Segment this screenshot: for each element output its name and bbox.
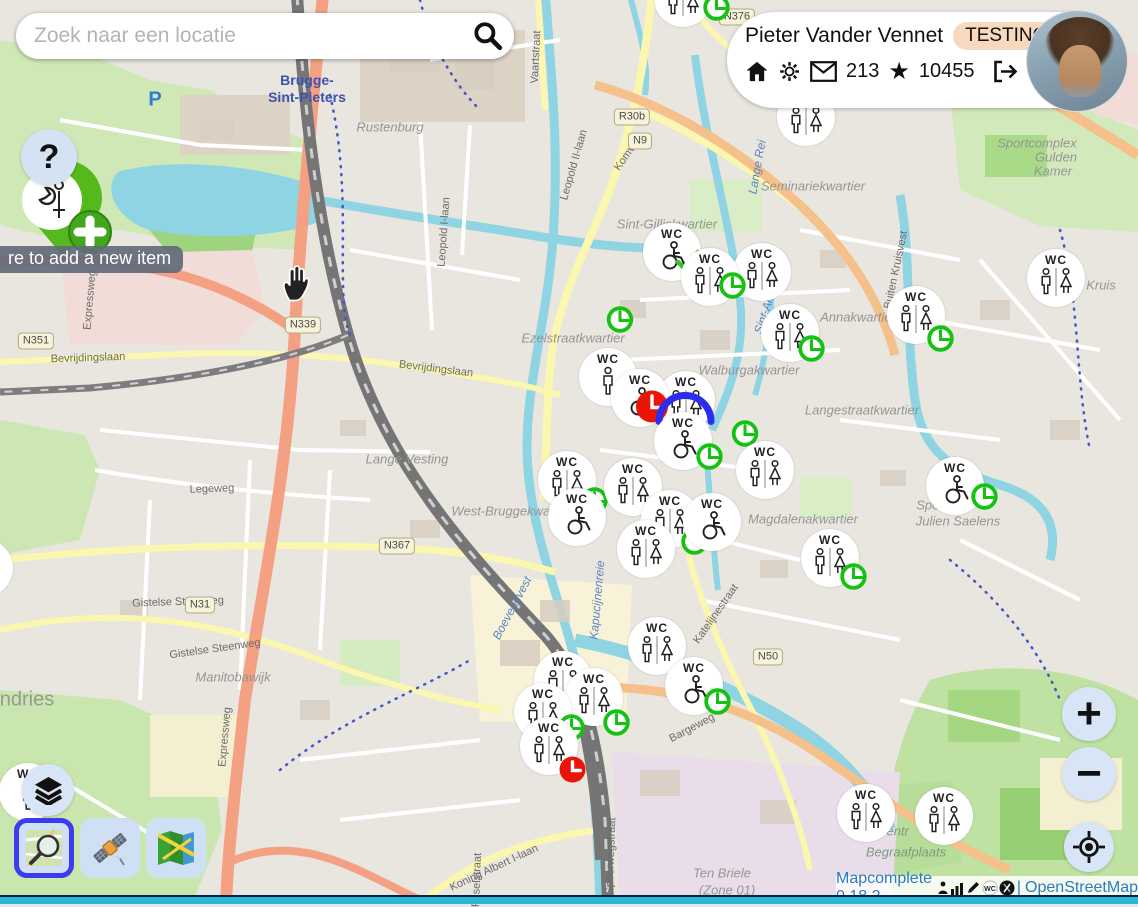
osm-map-icon [24, 828, 64, 868]
map-marker-toilet-duo[interactable]: WC [681, 248, 739, 306]
zoom-in-button[interactable]: + [1062, 687, 1116, 741]
marker-wc-label: WC [635, 525, 657, 538]
marker-wc-label: WC [556, 456, 578, 469]
open-clock-badge [798, 335, 825, 362]
marker-wc-label: WC [683, 662, 705, 675]
statistics-icon[interactable] [950, 881, 965, 895]
marker-wc-label: WC [532, 688, 554, 701]
marker-wc-label: WC [751, 248, 773, 261]
osm-link[interactable]: OpenStreetMap [1025, 879, 1138, 897]
open-clock-badge [840, 563, 867, 590]
background-style-switcher [14, 818, 206, 878]
open-clock-badge [696, 443, 723, 470]
pencil-icon[interactable] [966, 880, 981, 895]
marker-wc-label: WC [1045, 254, 1067, 267]
map-marker-toilet-duo[interactable]: WC [736, 441, 794, 499]
folded-map-icon [155, 829, 197, 867]
gear-icon[interactable] [778, 60, 801, 83]
geolocate-button[interactable] [1064, 822, 1114, 872]
user-name[interactable]: Pieter Vander Vennet [745, 24, 943, 48]
map-marker-toilet-duo[interactable]: WC [1027, 249, 1085, 307]
marker-wc-label: WC [597, 353, 619, 366]
star-icon: ★ [888, 62, 910, 82]
layers-icon [33, 776, 64, 805]
map-marker-toilet-duo[interactable]: WC [617, 520, 675, 578]
marker-wc-label: WC [699, 253, 721, 266]
marker-wc-label: WC [622, 463, 644, 476]
marker-wc-label: WC [905, 291, 927, 304]
location-search-bar [16, 13, 514, 59]
map-marker-toilet-duo[interactable]: WC [654, 0, 712, 27]
map-marker-toilet-duo[interactable]: WC [761, 304, 819, 362]
add-item-tooltip: re to add a new item [0, 246, 183, 273]
map-marker-toilet-duo[interactable]: WC [801, 529, 859, 587]
closed-clock-badge [559, 756, 586, 783]
marker-wc-label: WC [779, 309, 801, 322]
marker-wc-label: WC [566, 493, 588, 506]
attribution-separator: | [1017, 879, 1021, 897]
marker-wc-label: WC [819, 534, 841, 547]
style-satellite-button[interactable] [80, 818, 140, 878]
open-clock-badge [607, 306, 634, 338]
marker-wc-label: WC [646, 622, 668, 635]
zoom-out-glyph: − [1076, 749, 1102, 799]
map-marker-toilet-single[interactable]: WC [0, 539, 13, 597]
home-icon[interactable] [745, 60, 769, 83]
marker-wc-label: WC [659, 495, 681, 508]
map-marker-toilet-duo[interactable]: WC [887, 286, 945, 344]
wc-theme-icon[interactable]: WC [982, 880, 998, 896]
message-count: 213 [846, 60, 879, 83]
changeset-count: 10455 [919, 60, 975, 83]
marker-wc-label: WC [583, 673, 605, 686]
open-clock-badge [603, 709, 630, 736]
attribution-icons: WC [937, 880, 1015, 896]
marker-wc-label: WC [538, 722, 560, 735]
community-icon[interactable] [937, 881, 949, 895]
license-icon[interactable] [999, 880, 1015, 896]
svg-text:WC: WC [984, 886, 996, 893]
envelope-icon[interactable] [810, 61, 837, 82]
map-marker-toilet-duo[interactable]: WC [915, 787, 973, 845]
open-clock-badge [719, 272, 746, 299]
layers-button[interactable] [22, 764, 74, 816]
map-marker-layer: WC WC WC WC WC WC WC WC WC WC WC WC WC WC WC WC WC WC WC WC… [0, 0, 1138, 904]
marker-wc-label: WC [944, 462, 966, 475]
crosshair-icon [1072, 830, 1106, 864]
bottom-progress-bar [0, 895, 1138, 904]
search-input[interactable] [16, 24, 468, 48]
zoom-in-glyph: + [1076, 689, 1102, 739]
marker-wc-label: WC [754, 446, 776, 459]
style-map-button[interactable] [146, 818, 206, 878]
marker-wc-label: WC [855, 789, 877, 802]
map-marker-toilet-wheelchair[interactable]: WC [926, 457, 984, 515]
open-clock-badge [927, 325, 954, 352]
search-icon[interactable] [468, 17, 506, 55]
marker-wc-label: WC [661, 228, 683, 241]
style-osm-carto-button[interactable] [14, 818, 74, 878]
marker-wc-label: WC [701, 498, 723, 511]
map-marker-toilet-wheelchair[interactable]: WC [548, 488, 606, 546]
user-avatar[interactable] [1026, 10, 1128, 112]
open-clock-badge [971, 483, 998, 510]
map-marker-toilet-wheelchair[interactable]: WC [654, 412, 712, 470]
marker-wc-label: WC [933, 792, 955, 805]
satellite-icon [89, 828, 131, 868]
map-marker-toilet-wheelchair[interactable]: WC [683, 493, 741, 551]
marker-wc-label: WC [675, 376, 697, 389]
map-marker-toilet-wheelchair[interactable]: WC [665, 657, 723, 715]
open-clock-badge [704, 688, 731, 715]
map-marker-toilet-duo[interactable]: WC [520, 717, 578, 775]
help-button[interactable]: ? [21, 129, 77, 185]
logout-icon[interactable] [992, 60, 1018, 83]
zoom-out-button[interactable]: − [1062, 747, 1116, 801]
marker-wc-label: WC [672, 417, 694, 430]
marker-wc-label: WC [552, 656, 574, 669]
marker-wc-label: WC [629, 374, 651, 387]
open-clock-badge [703, 0, 730, 21]
help-label: ? [39, 138, 60, 177]
map-marker-toilet-duo[interactable]: WC [837, 784, 895, 842]
